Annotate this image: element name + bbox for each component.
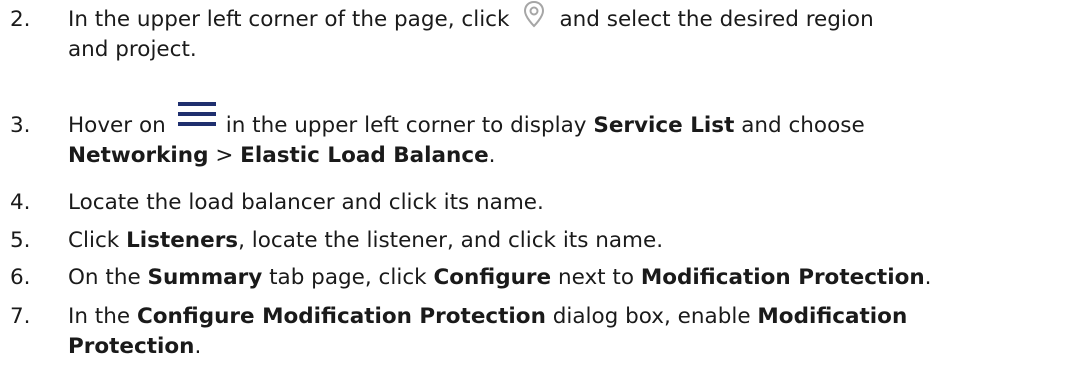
ui-term: Elastic Load Balance (240, 143, 489, 168)
step-number: 6. (10, 265, 31, 290)
step-text: dialog box, enable (552, 304, 751, 329)
ui-term: Summary (147, 265, 263, 290)
step-number: 7. (10, 304, 31, 329)
step-line: Hover on in the upper left corner to disp… (68, 102, 1058, 141)
step-text: Hover on (68, 113, 166, 138)
ui-term: Service List (593, 113, 735, 138)
step-line: Protection. (68, 332, 1058, 362)
ui-term: Modification (757, 304, 908, 329)
step-text: . (488, 143, 496, 168)
hamburger-menu-icon (174, 102, 220, 141)
step-text: Locate the load balancer and click its n… (68, 190, 544, 215)
step-text: , locate the listener, and click its nam… (238, 228, 664, 253)
step-text: . (194, 334, 202, 359)
step-text: next to (557, 265, 635, 290)
path-separator: > (215, 143, 234, 168)
step-body: Locate the load balancer and click its n… (68, 188, 1058, 218)
step-number: 4. (10, 190, 31, 215)
step-line: On the Summary tab page, click Configure… (68, 263, 1058, 293)
procedure-steps: 2. In the upper left corner of the page,… (0, 0, 1072, 387)
step-body: In the Configure Modification Protection… (68, 302, 1058, 362)
ui-term: Listeners (126, 228, 239, 253)
ui-term: Protection (68, 334, 195, 359)
step-number: 2. (10, 7, 31, 32)
step-line: Click Listeners, locate the listener, an… (68, 226, 1058, 256)
ui-term: Configure Modification Protection (136, 304, 546, 329)
ui-term: Modification Protection (640, 265, 925, 290)
ui-term: Networking (68, 143, 209, 168)
step-body: On the Summary tab page, click Configure… (68, 263, 1058, 293)
step-text: and select the desired region (559, 7, 874, 32)
step-line: Networking > Elastic Load Balance. (68, 141, 1058, 171)
step-number: 5. (10, 228, 31, 253)
step-line: and project. (68, 35, 1058, 65)
step-number: 3. (10, 113, 31, 138)
step-text: tab page, click (269, 265, 427, 290)
step-text: and project. (68, 37, 197, 62)
step-text: In the upper left corner of the page, cl… (68, 7, 510, 32)
step-body: Click Listeners, locate the listener, an… (68, 226, 1058, 256)
step-text: in the upper left corner to display (225, 113, 587, 138)
step-text: On the (68, 265, 141, 290)
step-line: In the Configure Modification Protection… (68, 302, 1058, 332)
step-text: . (924, 265, 932, 290)
step-body: In the upper left corner of the page, cl… (68, 0, 1058, 65)
step-line: In the upper left corner of the page, cl… (68, 0, 1058, 35)
step-line: Locate the load balancer and click its n… (68, 188, 1058, 218)
step-text: Click (68, 228, 120, 253)
step-text: In the (68, 304, 131, 329)
step-body: Hover on in the upper left corner to disp… (68, 102, 1058, 171)
ui-term: Configure (433, 265, 552, 290)
step-text: and choose (741, 113, 865, 138)
location-pin-icon (515, 0, 553, 35)
